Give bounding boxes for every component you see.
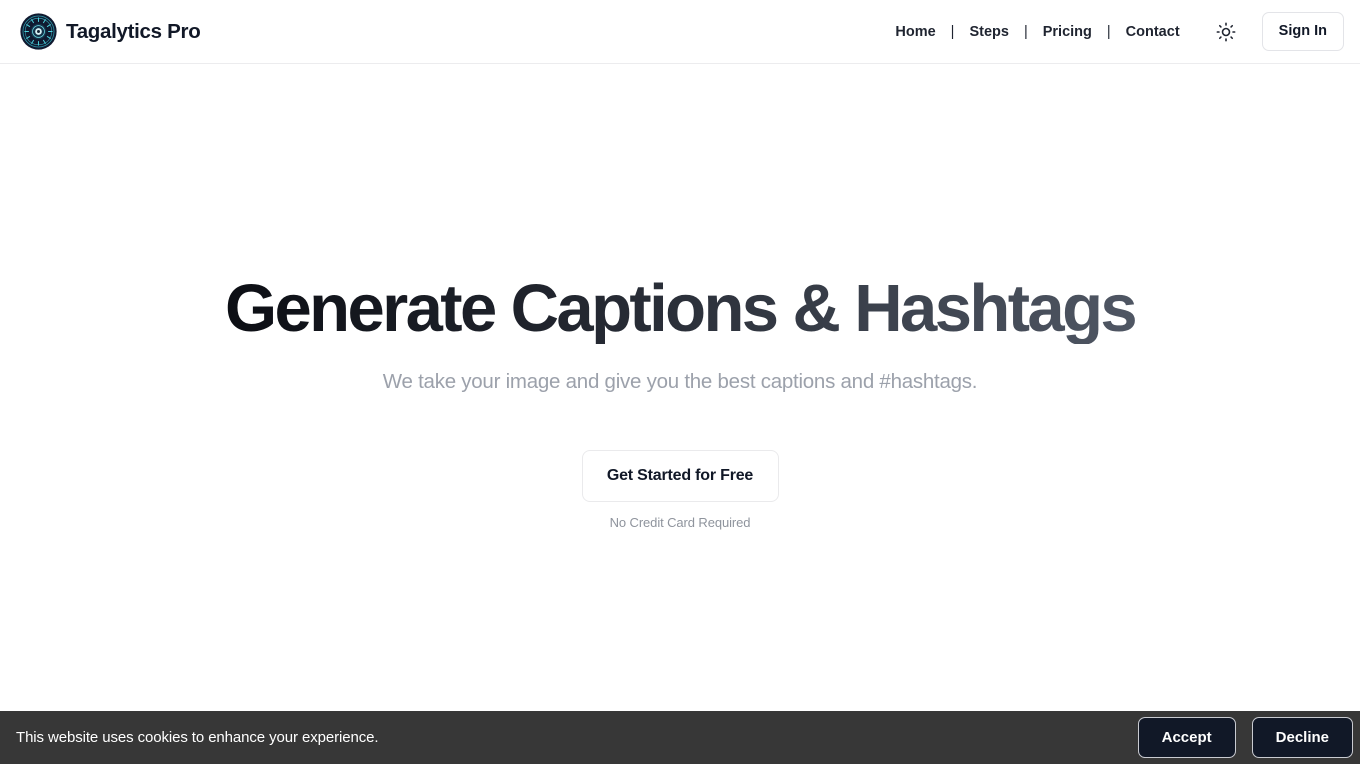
sign-in-button[interactable]: Sign In	[1261, 12, 1344, 51]
nav-separator: |	[1106, 23, 1111, 40]
site-header: Tagalytics Pro Home | Steps | Pricing | …	[0, 0, 1360, 64]
hero-section: Generate Captions & Hashtags We take you…	[0, 64, 1360, 711]
brand-logo-link[interactable]: Tagalytics Pro	[20, 13, 201, 50]
sun-icon	[1216, 22, 1236, 41]
main-navigation: Home | Steps | Pricing | Contact Sign In	[884, 12, 1344, 51]
tagalytics-disc-logo-icon	[20, 13, 57, 50]
cta-note: No Credit Card Required	[609, 515, 751, 531]
nav-link-contact[interactable]: Contact	[1115, 18, 1191, 46]
nav-separator: |	[950, 23, 955, 40]
cookie-accept-button[interactable]: Accept	[1137, 717, 1236, 758]
nav-separator: |	[1023, 23, 1028, 40]
cookie-message: This website uses cookies to enhance you…	[16, 729, 379, 746]
brand-name: Tagalytics Pro	[66, 19, 201, 43]
theme-toggle-button[interactable]	[1209, 15, 1243, 49]
cookie-decline-button[interactable]: Decline	[1251, 717, 1353, 758]
cookie-consent-banner: This website uses cookies to enhance you…	[0, 711, 1360, 764]
page-title: Generate Captions & Hashtags	[224, 271, 1138, 346]
get-started-button[interactable]: Get Started for Free	[581, 450, 779, 503]
nav-link-pricing[interactable]: Pricing	[1032, 18, 1103, 46]
hero-subtitle: We take your image and give you the best…	[382, 370, 978, 394]
cookie-actions: Accept Decline	[1137, 717, 1353, 758]
nav-link-home[interactable]: Home	[884, 18, 946, 46]
nav-link-steps[interactable]: Steps	[958, 18, 1020, 46]
